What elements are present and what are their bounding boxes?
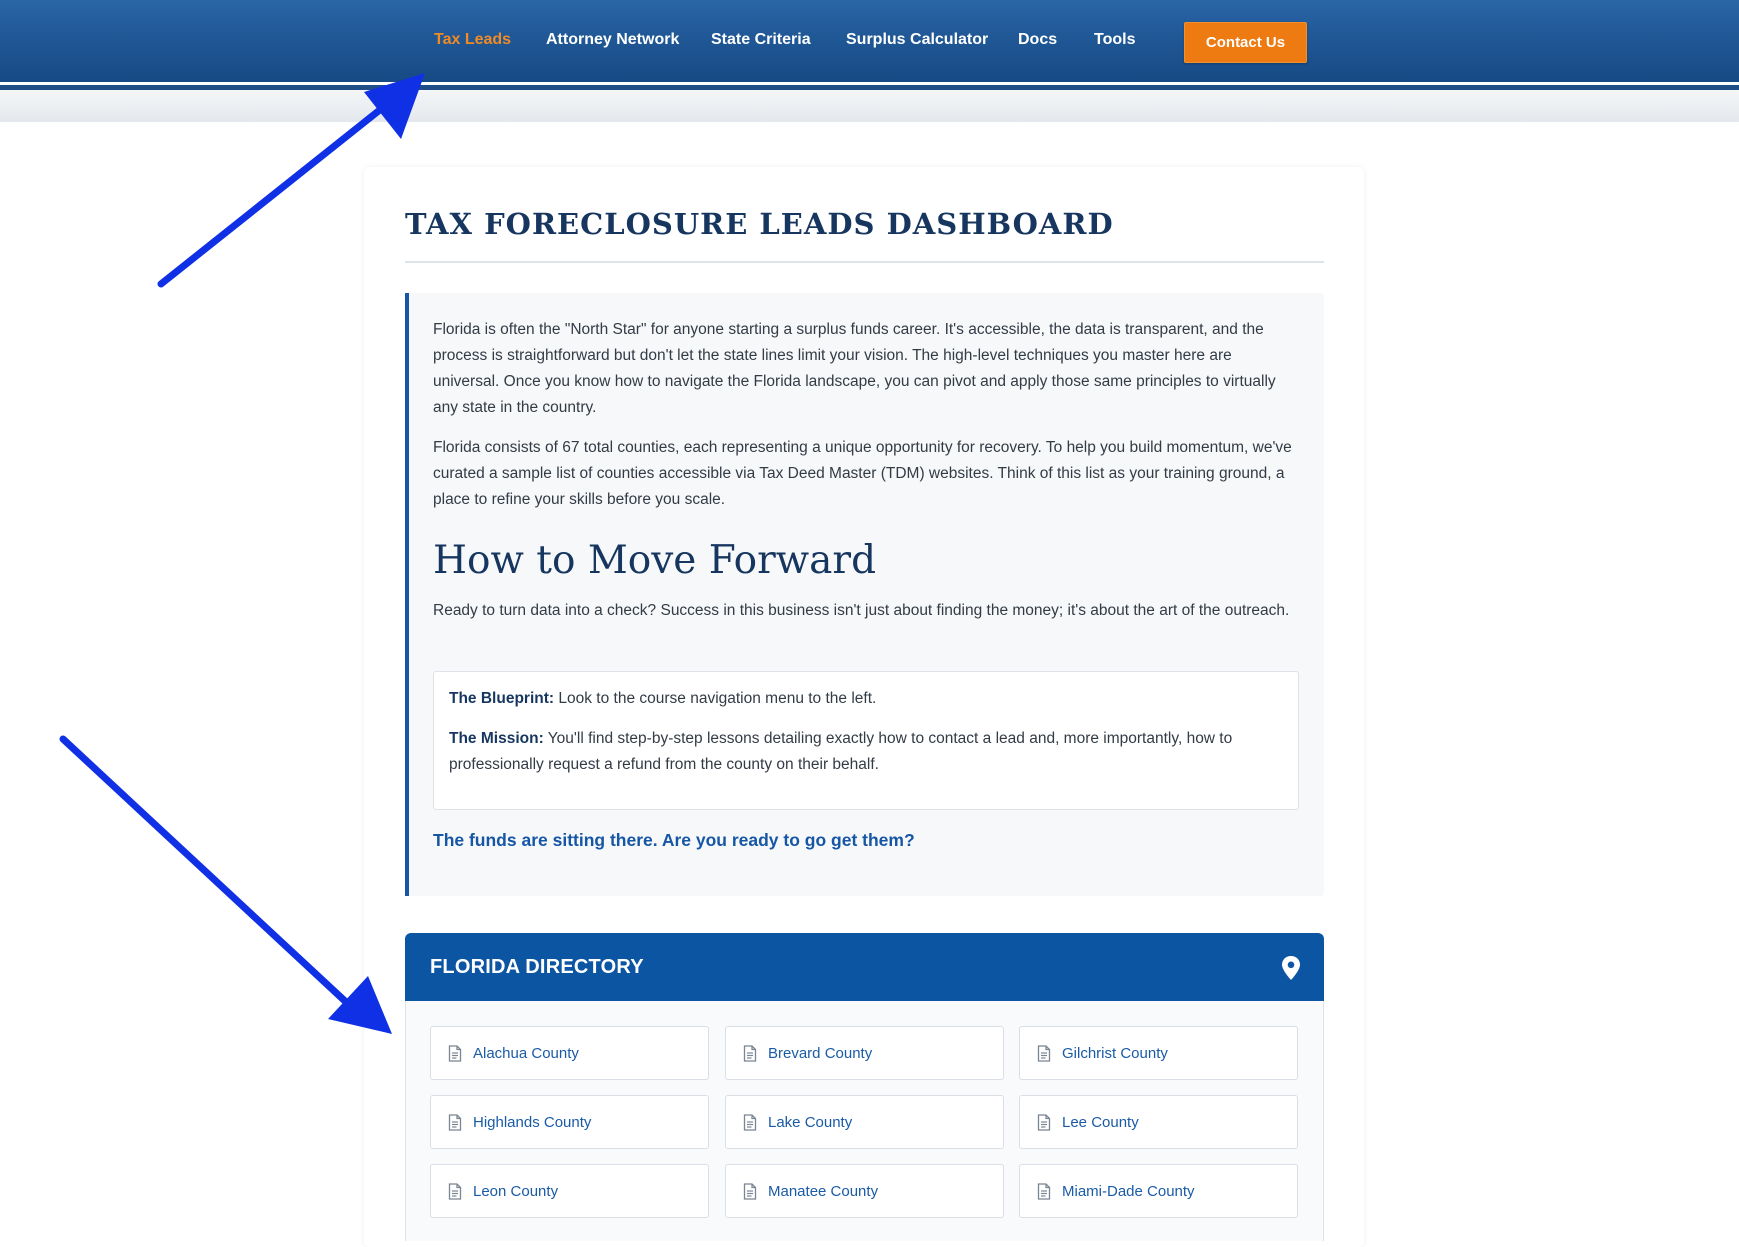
county-link-brevard-county[interactable]: Brevard County — [725, 1026, 1004, 1080]
blueprint-line: The Blueprint: Look to the course naviga… — [449, 686, 1279, 712]
nav-surplus-calculator[interactable]: Surplus Calculator — [846, 31, 988, 49]
page-title: TAX FORECLOSURE LEADS DASHBOARD — [405, 207, 1114, 241]
nav-attorney-network[interactable]: Attorney Network — [546, 31, 679, 49]
document-icon — [448, 1113, 462, 1131]
mission-text: You'll find step-by-step lessons detaili… — [449, 730, 1233, 773]
mission-line: The Mission: You'll find step-by-step le… — [449, 726, 1279, 778]
county-link-lake-county[interactable]: Lake County — [725, 1095, 1004, 1149]
blueprint-text: Look to the course navigation menu to th… — [554, 690, 877, 707]
intro-paragraph-1: Florida is often the "North Star" for an… — [433, 321, 1276, 416]
county-label: Miami-Dade County — [1062, 1182, 1195, 1200]
county-label: Highlands County — [473, 1113, 592, 1131]
document-icon — [743, 1182, 757, 1200]
county-link-alachua-county[interactable]: Alachua County — [430, 1026, 709, 1080]
nav-tax-leads[interactable]: Tax Leads — [434, 31, 511, 49]
document-icon — [743, 1044, 757, 1062]
how-to-move-forward-heading: How to Move Forward — [433, 538, 877, 583]
arrow-to-directory — [59, 735, 392, 1034]
document-icon — [1037, 1044, 1051, 1062]
county-label: Brevard County — [768, 1044, 873, 1062]
county-link-gilchrist-county[interactable]: Gilchrist County — [1019, 1026, 1298, 1080]
county-link-miami-dade-county[interactable]: Miami-Dade County — [1019, 1164, 1298, 1218]
intro-accent-border — [405, 293, 409, 896]
county-link-manatee-county[interactable]: Manatee County — [725, 1164, 1004, 1218]
map-pin-icon — [1282, 956, 1300, 980]
county-label: Lake County — [768, 1113, 853, 1131]
how-to-paragraph: Ready to turn data into a check? Success… — [433, 602, 1290, 619]
intro-paragraph-2: Florida consists of 67 total counties, e… — [433, 439, 1292, 508]
contact-us-button[interactable]: Contact Us — [1184, 22, 1307, 63]
nav-docs[interactable]: Docs — [1018, 31, 1057, 49]
mission-label: The Mission: — [449, 730, 544, 747]
county-label: Alachua County — [473, 1044, 579, 1062]
document-icon — [448, 1182, 462, 1200]
county-link-lee-county[interactable]: Lee County — [1019, 1095, 1298, 1149]
county-label: Leon County — [473, 1182, 559, 1200]
title-divider — [405, 261, 1324, 263]
document-icon — [1037, 1113, 1051, 1131]
county-link-highlands-county[interactable]: Highlands County — [430, 1095, 709, 1149]
sub-header-bar — [0, 90, 1739, 122]
blueprint-label: The Blueprint: — [449, 690, 555, 707]
document-icon — [448, 1044, 462, 1062]
nav-tools[interactable]: Tools — [1094, 31, 1135, 49]
county-label: Manatee County — [768, 1182, 879, 1200]
main-nav: Tax Leads Attorney Network State Criteri… — [0, 0, 1739, 82]
county-label: Lee County — [1062, 1113, 1139, 1131]
nav-state-criteria[interactable]: State Criteria — [711, 31, 811, 49]
call-to-action-text: The funds are sitting there. Are you rea… — [433, 830, 915, 850]
document-icon — [743, 1113, 757, 1131]
county-label: Gilchrist County — [1062, 1044, 1168, 1062]
directory-title: FLORIDA DIRECTORY — [430, 956, 644, 978]
county-link-leon-county[interactable]: Leon County — [430, 1164, 709, 1218]
document-icon — [1037, 1182, 1051, 1200]
